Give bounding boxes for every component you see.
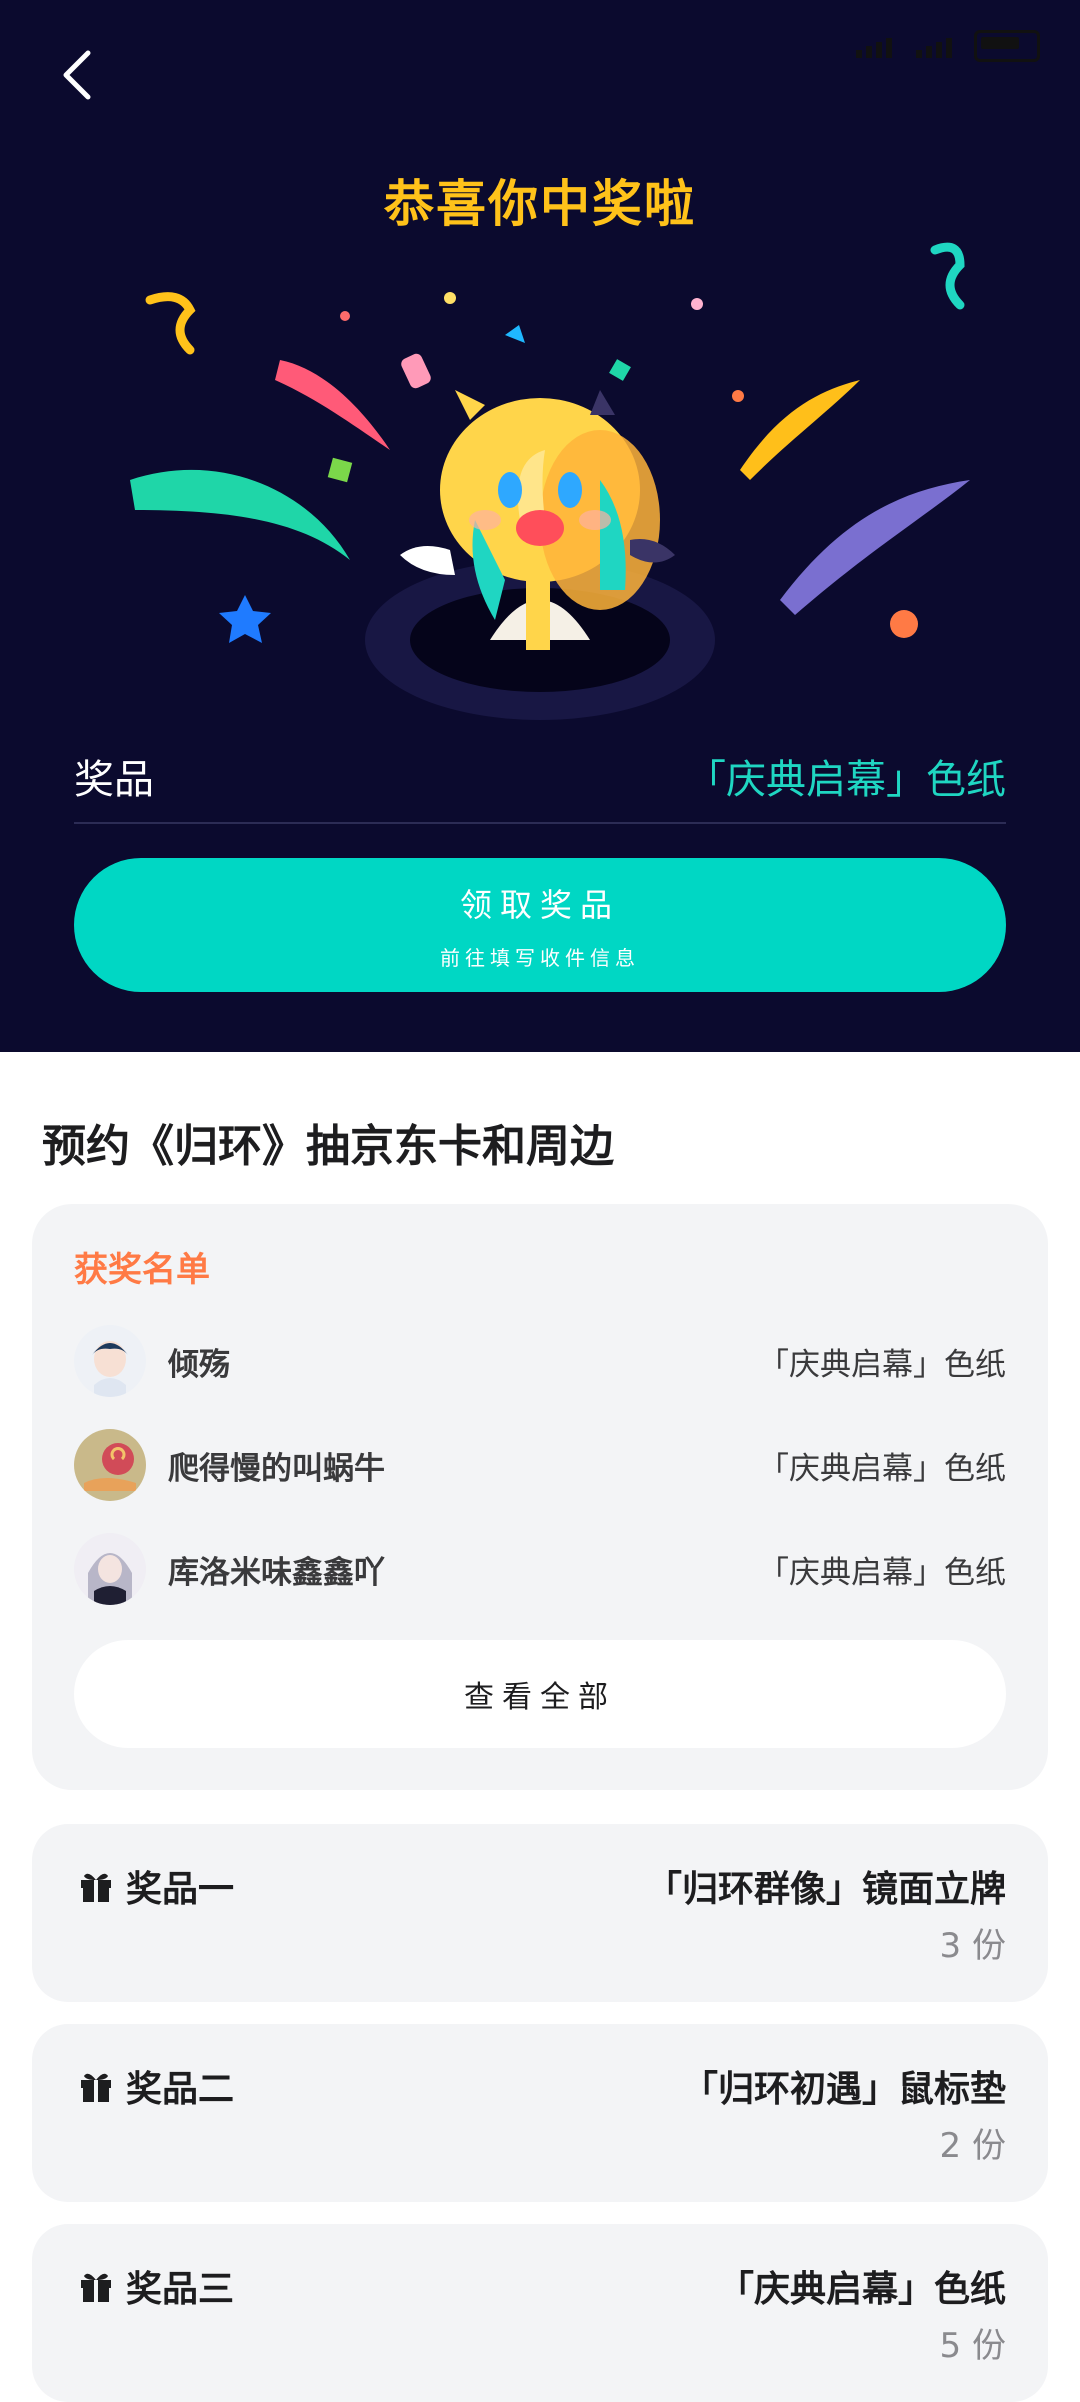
avatar <box>74 1533 146 1605</box>
chevron-left-icon <box>63 50 91 100</box>
prize-tier-label: 奖品二 <box>126 2069 235 2110</box>
winner-prize: 「庆典启幕」色纸 <box>758 1450 1006 1487</box>
back-button[interactable] <box>48 40 108 110</box>
claim-button-label: 领取奖品 <box>459 885 620 924</box>
winner-name: 库洛米味鑫鑫吖 <box>168 1554 385 1591</box>
hero-section: 恭喜你中奖啦 奖品 「庆典启幕」色纸 领取奖品 前往填写收件信息 <box>0 0 1080 1052</box>
winners-header: 获奖名单 <box>74 1250 210 1290</box>
winners-card: 获奖名单 倾殇 「庆典启幕」色纸 爬得慢的叫蜗牛 「庆典启幕」色纸 库洛米味鑫鑫… <box>32 1204 1048 1790</box>
prize-tier: 奖品二 <box>78 2060 234 2112</box>
prize-tier-label: 奖品一 <box>126 1869 235 1910</box>
prize-row: 奖品 「庆典启幕」色纸 <box>74 730 1006 824</box>
prize-item: 「归环初遇」鼠标垫 <box>681 2069 1006 2110</box>
avatar <box>74 1325 146 1397</box>
gift-icon <box>81 1873 111 1902</box>
winner-row: 爬得慢的叫蜗牛 「庆典启幕」色纸 <box>74 1426 1006 1504</box>
avatar <box>74 1429 146 1501</box>
gift-icon <box>81 2073 111 2102</box>
prize-card: 奖品二 「归环初遇」鼠标垫 2 份 <box>32 2024 1048 2202</box>
prize-label: 奖品 <box>74 757 154 803</box>
battery-icon <box>974 30 1040 62</box>
claim-prize-button[interactable]: 领取奖品 前往填写收件信息 <box>74 858 1006 992</box>
gift-icon <box>81 2273 111 2302</box>
prize-item: 「归环群像」镜面立牌 <box>645 1869 1006 1910</box>
signal-icon <box>916 38 952 58</box>
winner-row: 库洛米味鑫鑫吖 「庆典启幕」色纸 <box>74 1530 1006 1608</box>
prize-tier: 奖品一 <box>78 1860 234 1912</box>
prize-card: 奖品一 「归环群像」镜面立牌 3 份 <box>32 1824 1048 2002</box>
prize-tier: 奖品三 <box>78 2260 234 2312</box>
status-bar-icons <box>854 28 1040 64</box>
prize-tier-label: 奖品三 <box>126 2269 235 2310</box>
winner-prize: 「庆典启幕」色纸 <box>758 1346 1006 1383</box>
claim-button-sublabel: 前往填写收件信息 <box>440 945 640 970</box>
prize-count: 5 份 <box>939 2326 1006 2366</box>
winner-row: 倾殇 「庆典启幕」色纸 <box>74 1322 1006 1400</box>
celebration-illustration <box>130 242 970 720</box>
prize-count: 2 份 <box>939 2126 1006 2166</box>
prize-card: 奖品三 「庆典启幕」色纸 5 份 <box>32 2224 1048 2402</box>
view-all-button[interactable]: 查看全部 <box>74 1640 1006 1748</box>
signal-icon <box>856 38 892 58</box>
prize-count: 3 份 <box>939 1926 1006 1966</box>
prize-value: 「庆典启幕」色纸 <box>686 757 1006 803</box>
event-title: 预约《归环》抽京东卡和周边 <box>42 1121 614 1172</box>
prize-item: 「庆典启幕」色纸 <box>717 2269 1006 2310</box>
winner-name: 倾殇 <box>168 1346 230 1383</box>
winner-name: 爬得慢的叫蜗牛 <box>168 1450 385 1487</box>
winner-prize: 「庆典启幕」色纸 <box>758 1554 1006 1591</box>
